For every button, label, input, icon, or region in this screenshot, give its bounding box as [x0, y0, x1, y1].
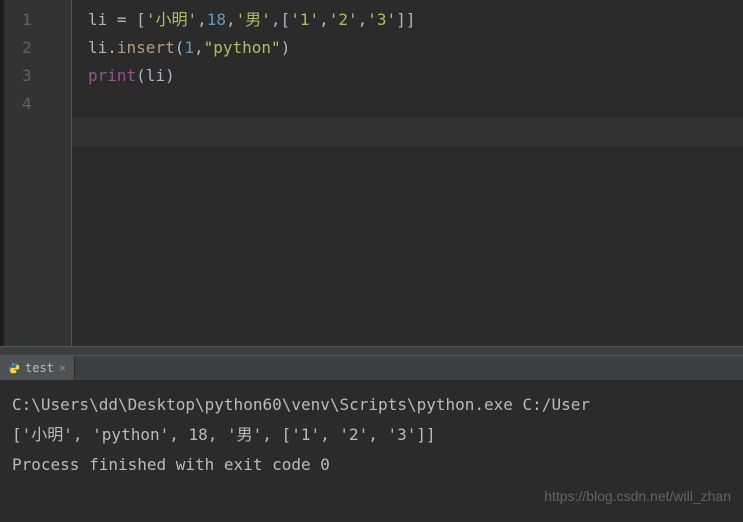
terminal-tab-label: test — [25, 361, 54, 375]
code-token: ) — [281, 38, 291, 57]
code-editor[interactable]: 1234 li = ['小明',18,'男',['1','2','3']]li.… — [0, 0, 743, 346]
code-token: , — [319, 10, 329, 29]
code-token: , — [358, 10, 368, 29]
code-token: , — [194, 38, 204, 57]
line-number: 3 — [4, 62, 71, 90]
code-token: , — [197, 10, 207, 29]
panel-separator[interactable] — [0, 346, 743, 356]
current-line-highlight — [72, 118, 743, 146]
code-token: insert — [117, 38, 175, 57]
line-number: 1 — [4, 6, 71, 34]
code-token: '小明' — [146, 10, 197, 29]
terminal-line: Process finished with exit code 0 — [12, 450, 731, 480]
terminal-line: C:\Users\dd\Desktop\python60\venv\Script… — [12, 390, 731, 420]
code-token: '男' — [236, 10, 271, 29]
code-token: '2' — [329, 10, 358, 29]
code-token: '1' — [290, 10, 319, 29]
code-token: li. — [88, 38, 117, 57]
code-token: ,[ — [271, 10, 290, 29]
code-token: '3' — [367, 10, 396, 29]
code-line[interactable] — [88, 90, 743, 118]
watermark-text: https://blog.csdn.net/will_zhan — [544, 488, 731, 504]
code-token: (li) — [136, 66, 175, 85]
code-token: "python" — [204, 38, 281, 57]
code-line[interactable]: li.insert(1,"python") — [88, 34, 743, 62]
code-token: , — [226, 10, 236, 29]
code-token: = [ — [117, 10, 146, 29]
line-gutter: 1234 — [4, 0, 72, 346]
line-number: 4 — [4, 90, 71, 118]
terminal-line: ['小明', 'python', 18, '男', ['1', '2', '3'… — [12, 420, 731, 450]
close-icon[interactable]: × — [59, 361, 66, 375]
code-token: 18 — [207, 10, 226, 29]
line-number: 2 — [4, 34, 71, 62]
code-line[interactable]: print(li) — [88, 62, 743, 90]
code-token: ( — [175, 38, 185, 57]
code-content[interactable]: li = ['小明',18,'男',['1','2','3']]li.inser… — [72, 0, 743, 346]
terminal-tab-bar: test × — [0, 356, 743, 380]
terminal-tab-test[interactable]: test × — [0, 356, 75, 380]
code-token: li — [88, 10, 117, 29]
code-token: ]] — [396, 10, 415, 29]
code-line[interactable]: li = ['小明',18,'男',['1','2','3']] — [88, 6, 743, 34]
python-icon — [8, 362, 20, 374]
code-token: 1 — [184, 38, 194, 57]
code-token: print — [88, 66, 136, 85]
